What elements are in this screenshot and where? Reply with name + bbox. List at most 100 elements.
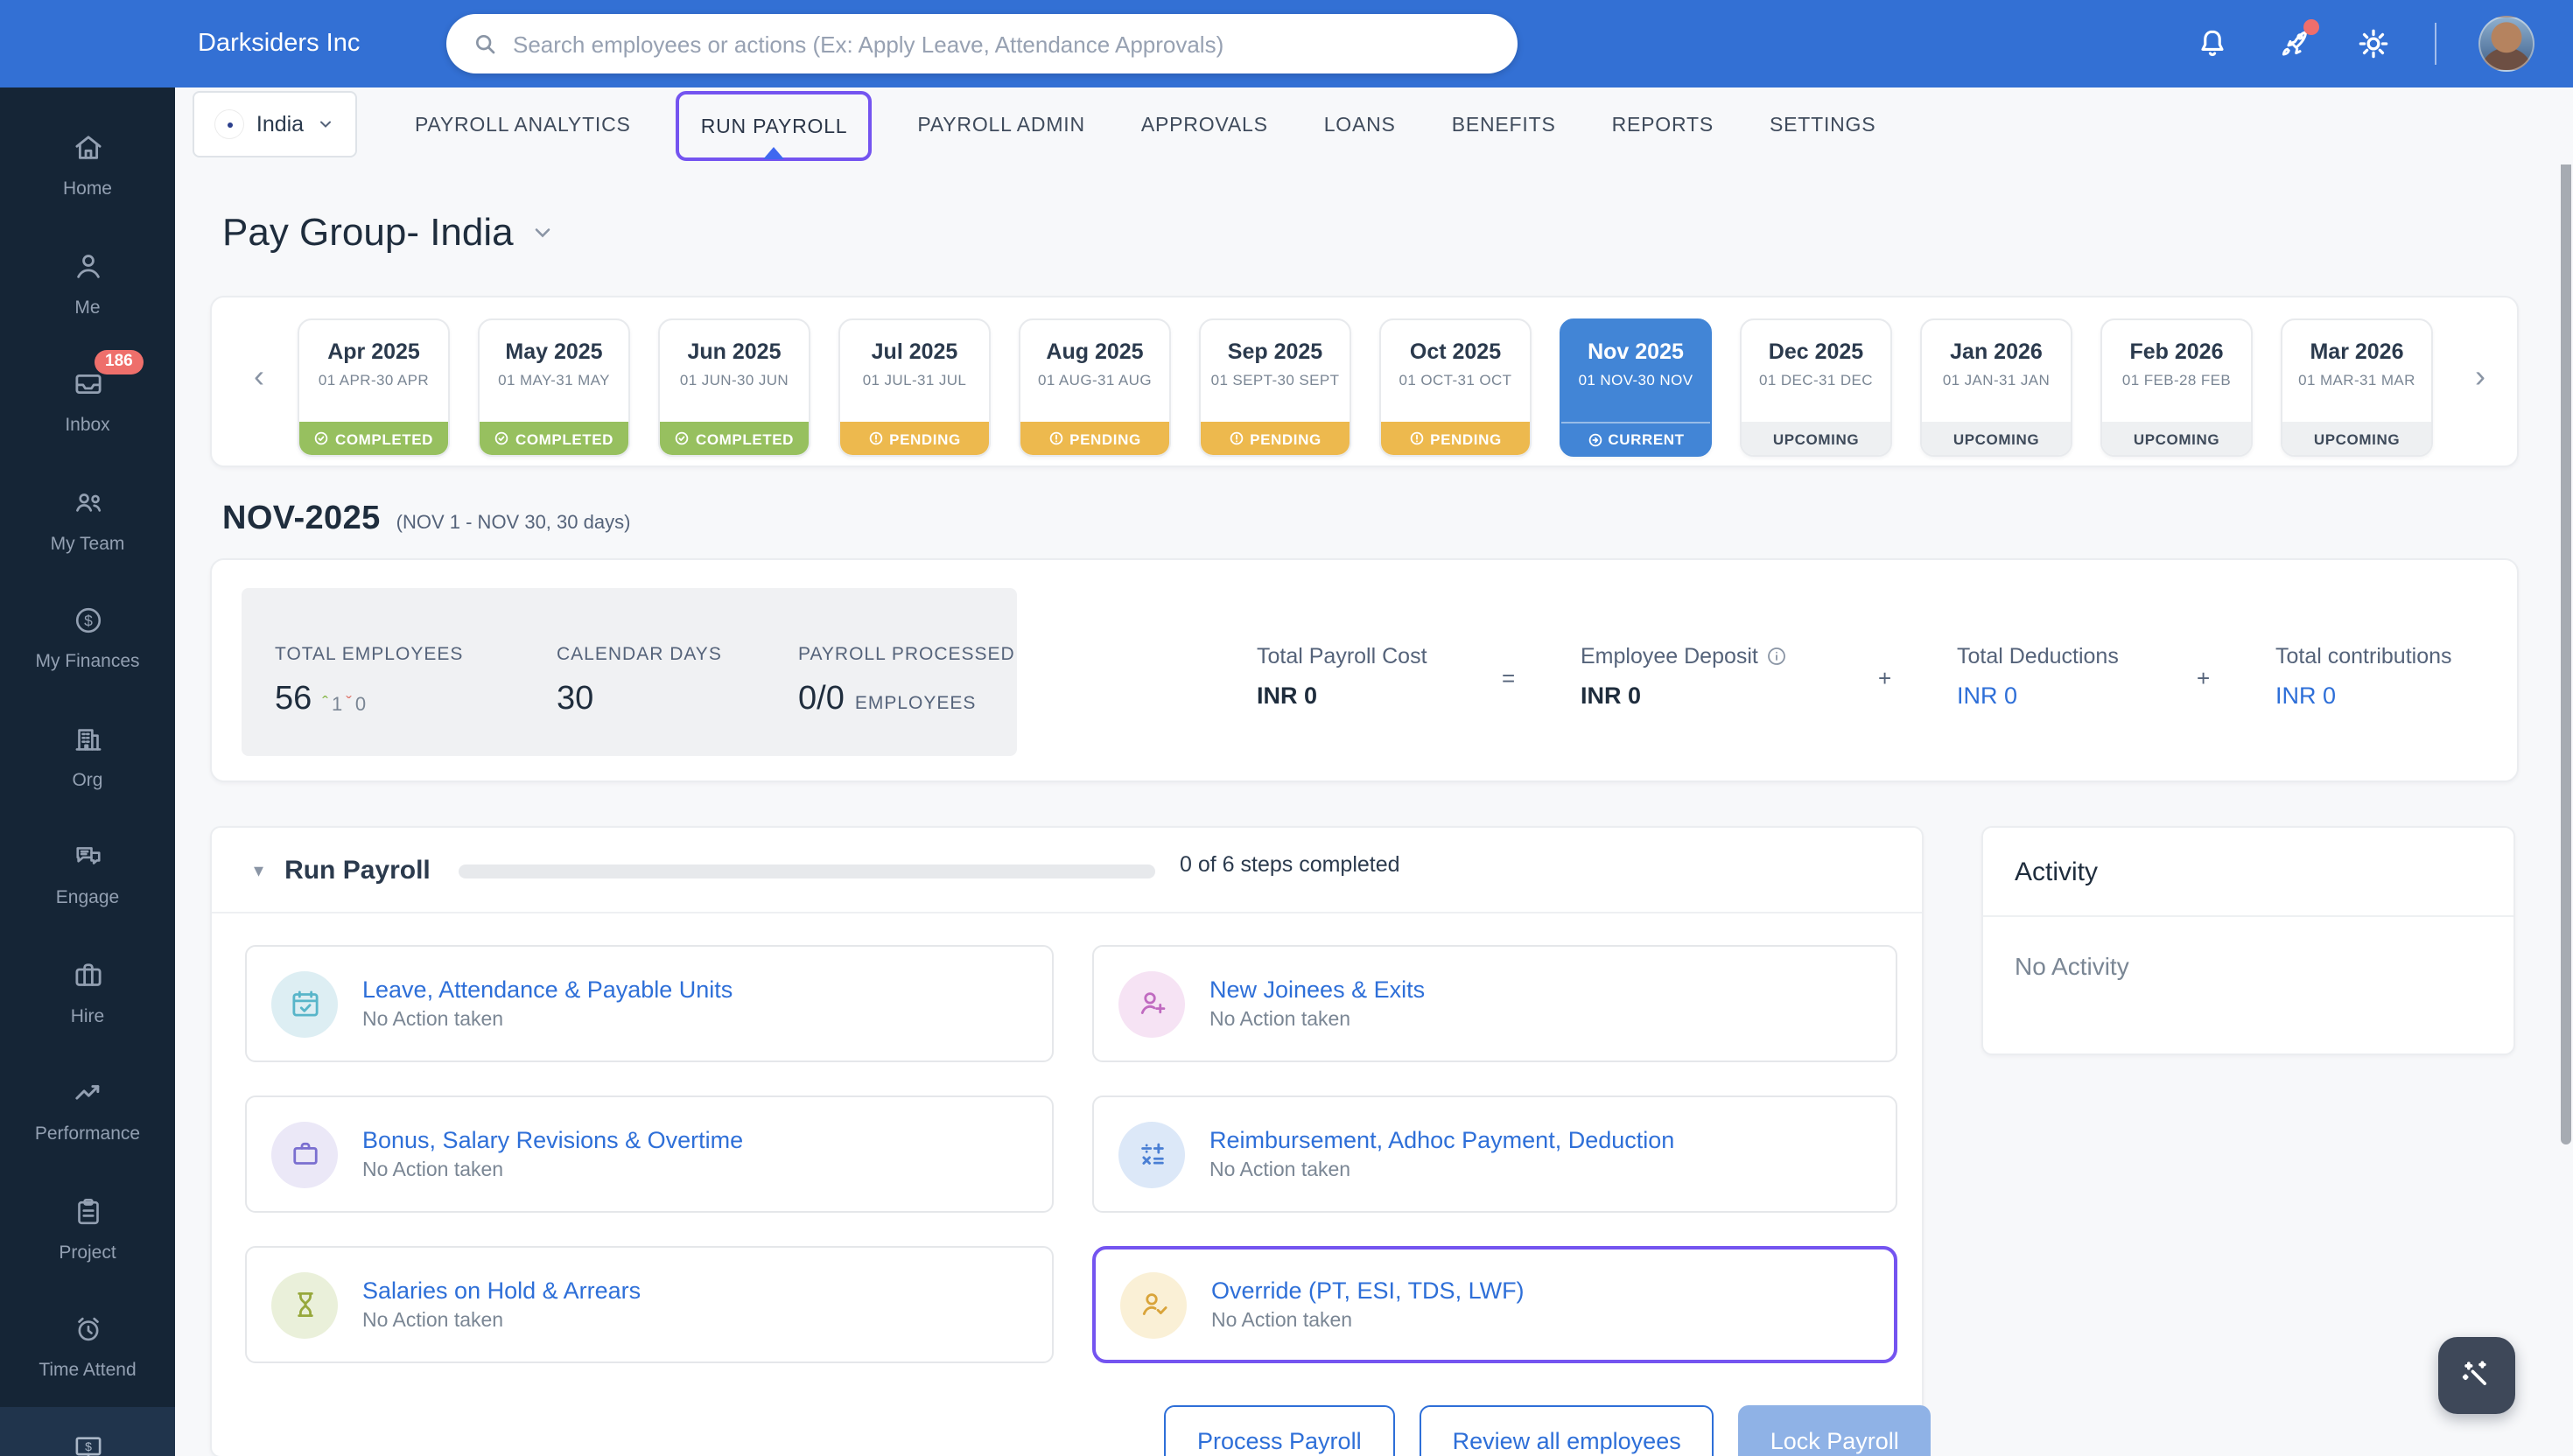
calendar-days-label: CALENDAR DAYS bbox=[557, 644, 722, 665]
page-scrollbar-thumb[interactable] bbox=[2561, 10, 2571, 1144]
tab-payroll-analytics[interactable]: PAYROLL ANALYTICS bbox=[387, 116, 659, 136]
month-card-nov-2025[interactable]: Nov 2025 01 NOV-30 NOV CURRENT bbox=[1560, 318, 1712, 457]
total-employees-value: 56 bbox=[275, 681, 312, 718]
month-card-oct-2025[interactable]: Oct 2025 01 OCT-31 OCT PENDING bbox=[1379, 318, 1532, 457]
sidebar-item-my-finances[interactable]: $ My Finances bbox=[0, 579, 175, 697]
tab-loans[interactable]: LOANS bbox=[1296, 116, 1424, 136]
step-reimbursement-adhoc[interactable]: Reimbursement, Adhoc Payment, Deduction … bbox=[1092, 1096, 1897, 1213]
performance-icon bbox=[74, 1085, 99, 1100]
home-icon bbox=[74, 136, 101, 159]
carousel-prev-icon[interactable]: ‹ bbox=[254, 360, 264, 392]
sidebar-item-payroll[interactable]: $ bbox=[0, 1406, 175, 1456]
month-card-sep-2025[interactable]: Sep 2025 01 SEPT-30 SEPT PENDING bbox=[1199, 318, 1351, 457]
alert-circle-icon bbox=[869, 431, 883, 445]
hourglass-icon bbox=[271, 1271, 338, 1338]
month-card-mar-2026[interactable]: Mar 2026 01 MAR-31 MAR UPCOMING bbox=[2281, 318, 2433, 457]
search-input[interactable] bbox=[513, 31, 1493, 57]
total-deductions-link[interactable]: INR 0 bbox=[1957, 682, 2119, 709]
month-card-jun-2025[interactable]: Jun 2025 01 JUN-30 JUN COMPLETED bbox=[658, 318, 810, 457]
user-avatar[interactable] bbox=[2478, 16, 2534, 72]
tab-reports[interactable]: REPORTS bbox=[1584, 116, 1742, 136]
month-card-feb-2026[interactable]: Feb 2026 01 FEB-28 FEB UPCOMING bbox=[2100, 318, 2253, 457]
equals-sign: = bbox=[1502, 665, 1516, 691]
status-badge: PENDING bbox=[1020, 422, 1169, 455]
process-payroll-button[interactable]: Process Payroll bbox=[1164, 1405, 1395, 1456]
tab-payroll-admin[interactable]: PAYROLL ADMIN bbox=[889, 116, 1112, 136]
status-badge: UPCOMING bbox=[1742, 422, 1890, 455]
top-bar: Darksiders Inc bbox=[0, 0, 2573, 88]
rocket-badge-dot bbox=[2303, 19, 2319, 35]
payroll-processed-label: PAYROLL PROCESSED bbox=[798, 644, 1015, 665]
run-payroll-header: ▾ Run Payroll 0 of 6 steps completed bbox=[212, 828, 1922, 914]
total-contributions: Total contributions INR 0 bbox=[2275, 644, 2452, 709]
global-search[interactable] bbox=[446, 14, 1518, 74]
check-circle-icon bbox=[676, 431, 690, 445]
sidebar-item-org[interactable]: Org bbox=[0, 697, 175, 816]
check-circle-icon bbox=[495, 431, 509, 445]
payroll-summary-card: TOTAL EMPLOYEES 56 ˆ1ˇ0 CALENDAR DAYS 30… bbox=[210, 558, 2519, 782]
activity-title: Activity bbox=[2015, 858, 2099, 887]
month-card-aug-2025[interactable]: Aug 2025 01 AUG-31 AUG PENDING bbox=[1019, 318, 1171, 457]
lock-payroll-button[interactable]: Lock Payroll bbox=[1738, 1405, 1931, 1456]
month-card-dec-2025[interactable]: Dec 2025 01 DEC-31 DEC UPCOMING bbox=[1740, 318, 1892, 457]
sidebar-item-time-attend[interactable]: Time Attend bbox=[0, 1288, 175, 1406]
payroll-month-carousel: ‹ Apr 2025 01 APR-30 APR COMPLETED May 2… bbox=[210, 296, 2519, 467]
assistant-wand-button[interactable] bbox=[2438, 1337, 2515, 1414]
month-card-jul-2025[interactable]: Jul 2025 01 JUL-31 JUL PENDING bbox=[838, 318, 991, 457]
status-badge: UPCOMING bbox=[2102, 422, 2251, 455]
tab-benefits[interactable]: BENEFITS bbox=[1424, 116, 1584, 136]
page-title: Pay Group- India bbox=[222, 210, 514, 254]
sidebar-item-project[interactable]: Project bbox=[0, 1170, 175, 1288]
time-attend-icon bbox=[77, 1317, 98, 1341]
review-all-employees-button[interactable]: Review all employees bbox=[1419, 1405, 1714, 1456]
month-card-jan-2026[interactable]: Jan 2026 01 JAN-31 JAN UPCOMING bbox=[1920, 318, 2072, 457]
svg-text:$: $ bbox=[84, 1438, 91, 1452]
india-flag-icon bbox=[216, 110, 244, 138]
payroll-icon: $ bbox=[74, 1436, 101, 1456]
project-icon bbox=[77, 1198, 98, 1224]
plus-sign: + bbox=[1878, 665, 1892, 691]
chevron-down-icon bbox=[536, 228, 550, 238]
sidebar-item-my-team[interactable]: My Team bbox=[0, 461, 175, 579]
step-bonus-salary-revisions[interactable]: Bonus, Salary Revisions & Overtime No Ac… bbox=[245, 1096, 1054, 1213]
period-title: NOV-2025 bbox=[222, 500, 381, 537]
total-deductions: Total Deductions INR 0 bbox=[1957, 644, 2119, 709]
tab-run-payroll[interactable]: RUN PAYROLL bbox=[676, 91, 873, 161]
month-card-may-2025[interactable]: May 2025 01 MAY-31 MAY COMPLETED bbox=[478, 318, 630, 457]
sidebar-item-performance[interactable]: Performance bbox=[0, 1052, 175, 1170]
tab-approvals[interactable]: APPROVALS bbox=[1113, 116, 1296, 136]
tab-settings[interactable]: SETTINGS bbox=[1742, 116, 1903, 136]
finances-icon: $ bbox=[74, 607, 101, 634]
step-new-joinees-exits[interactable]: New Joinees & Exits No Action taken bbox=[1092, 945, 1897, 1062]
sidebar-item-engage[interactable]: Engage bbox=[0, 816, 175, 934]
info-icon[interactable] bbox=[1767, 646, 1788, 667]
step-leave-attendance[interactable]: Leave, Attendance & Payable Units No Act… bbox=[245, 945, 1054, 1062]
step-override[interactable]: Override (PT, ESI, TDS, LWF) No Action t… bbox=[1092, 1246, 1897, 1363]
sidebar-item-home[interactable]: Home bbox=[0, 107, 175, 225]
month-card-apr-2025[interactable]: Apr 2025 01 APR-30 APR COMPLETED bbox=[298, 318, 450, 457]
chevron-down-icon bbox=[319, 121, 331, 128]
region-selector[interactable]: India bbox=[193, 91, 357, 158]
plus-sign: + bbox=[2197, 665, 2211, 691]
keka-payroll-app: Darksiders Inc keka Home bbox=[0, 0, 2573, 1456]
svg-text:$: $ bbox=[83, 612, 92, 629]
total-contributions-link[interactable]: INR 0 bbox=[2275, 682, 2452, 709]
user-plus-icon bbox=[1118, 970, 1185, 1037]
run-payroll-title: Run Payroll bbox=[284, 855, 431, 885]
sidebar-item-me[interactable]: Me bbox=[0, 225, 175, 343]
activity-empty-text: No Activity bbox=[2015, 952, 2129, 980]
notifications-bell-icon[interactable] bbox=[2193, 24, 2232, 63]
collapse-chevron-icon[interactable]: ▾ bbox=[254, 858, 263, 881]
alert-circle-icon bbox=[1230, 431, 1244, 445]
sidebar-item-inbox[interactable]: 186 Inbox bbox=[0, 343, 175, 461]
settings-gear-icon[interactable] bbox=[2354, 24, 2393, 63]
sidebar-item-hire[interactable]: Hire bbox=[0, 934, 175, 1052]
briefcase-icon bbox=[271, 1121, 338, 1187]
pay-group-selector[interactable]: Pay Group- India bbox=[222, 210, 556, 256]
activity-panel: Activity No Activity bbox=[1981, 826, 2515, 1055]
topbar-divider bbox=[2435, 23, 2436, 65]
whats-new-rocket-icon[interactable] bbox=[2274, 19, 2319, 63]
carousel-next-icon[interactable]: › bbox=[2475, 360, 2485, 392]
status-badge: COMPLETED bbox=[480, 422, 628, 455]
step-salaries-on-hold[interactable]: Salaries on Hold & Arrears No Action tak… bbox=[245, 1246, 1054, 1363]
